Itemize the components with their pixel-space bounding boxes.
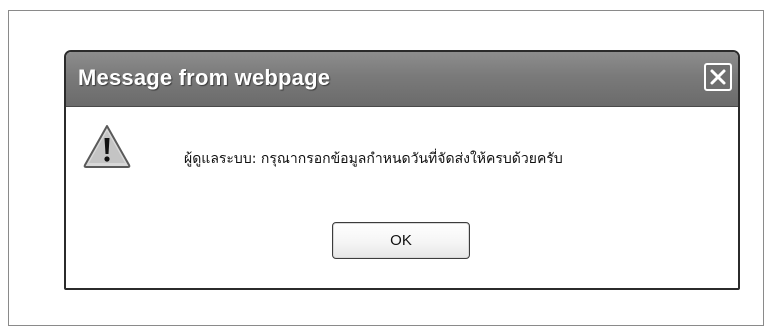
dialog-title: Message from webpage	[78, 65, 331, 90]
dialog-body: ผู้ดูแลระบบ: กรุณากรอกข้อมูลกำหนดวันที่จ…	[66, 107, 738, 288]
dialog-message: ผู้ดูแลระบบ: กรุณากรอกข้อมูลกำหนดวันที่จ…	[184, 151, 563, 167]
warning-icon	[82, 123, 132, 169]
close-button[interactable]	[704, 63, 732, 91]
message-dialog: Message from webpage ผู้ดูแลระบบ: กรุณาก…	[64, 50, 740, 290]
close-icon	[709, 68, 727, 86]
dialog-titlebar[interactable]: Message from webpage	[66, 52, 738, 107]
ok-button[interactable]: OK	[332, 222, 470, 259]
